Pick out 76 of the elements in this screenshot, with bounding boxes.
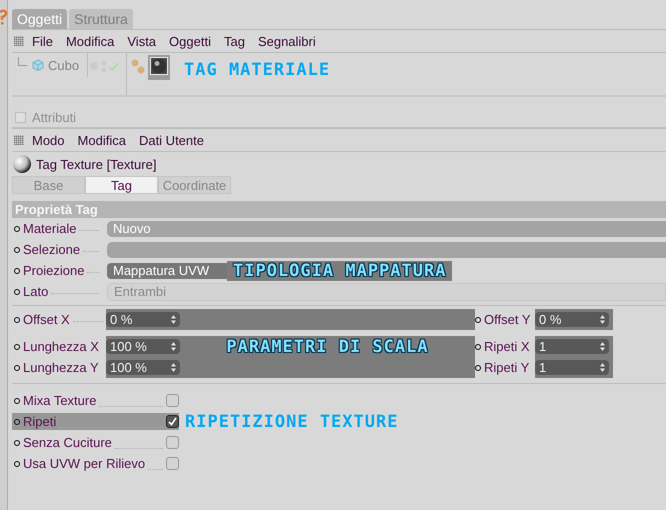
parameter-label: Materiale [23, 221, 76, 236]
sphere-icon [12, 154, 32, 174]
parameter-label: Ripeti Y [484, 360, 530, 375]
bullet-icon [14, 226, 20, 232]
bullet-icon [14, 440, 20, 446]
menu-item[interactable]: Dati Utente [138, 132, 204, 148]
menu-item[interactable]: Tag [224, 34, 245, 48]
grip-icon [14, 36, 24, 46]
field-value: 100 % [110, 339, 147, 354]
parameter-label: Selezione [23, 242, 80, 257]
number-field[interactable]: 0 % [106, 312, 180, 327]
bullet-icon [14, 288, 20, 294]
bullet-icon [14, 268, 20, 274]
spinner-icon[interactable] [600, 342, 605, 351]
menu-item[interactable]: Segnalibri [258, 34, 316, 48]
attribute-tab[interactable]: Tag [85, 176, 158, 194]
number-field[interactable]: 1 [535, 339, 609, 354]
checkbox[interactable] [166, 436, 179, 449]
checkbox[interactable] [166, 415, 179, 428]
bullet-icon [475, 344, 481, 350]
tag-heading: Tag Texture [Texture] [36, 156, 156, 172]
option-label: Ripeti [23, 414, 56, 429]
spinner-icon[interactable] [171, 342, 176, 351]
spinner-icon[interactable] [600, 315, 605, 324]
annotation-label: TAG MATERIALE [184, 60, 330, 80]
menu-item[interactable]: Vista [127, 34, 156, 48]
menu-item[interactable]: File [32, 34, 53, 48]
field-value: 100 % [110, 360, 147, 375]
annotation-label: RIPETIZIONE TEXTURE [185, 412, 398, 432]
material-ball-icon[interactable] [150, 57, 168, 75]
bullet-icon [14, 418, 20, 424]
checkbox[interactable] [166, 457, 179, 470]
panel-icon [15, 112, 26, 122]
annotation-label: PARAMETRI DI SCALA [226, 336, 429, 356]
number-field[interactable]: 1 [535, 360, 609, 375]
option-label: Senza Cuciture [23, 435, 112, 450]
cube-icon [32, 59, 44, 71]
bullet-icon [14, 460, 20, 466]
annotation-label: TIPOLOGIA MAPPATURA [227, 260, 452, 280]
menu-item[interactable]: Modifica [78, 132, 126, 148]
number-field[interactable]: 0 % [535, 312, 609, 327]
number-field[interactable]: 100 % [106, 360, 180, 375]
field-value: 1 [539, 360, 546, 375]
help-icon [0, 9, 7, 25]
field-value: 0 % [110, 312, 132, 327]
field-value: 0 % [539, 312, 562, 327]
bullet-icon [14, 398, 20, 404]
parameter-label: Proiezione [23, 263, 84, 278]
menu-item[interactable]: Modifica [66, 34, 114, 48]
parameter-label: Lato [23, 284, 48, 299]
menu-item[interactable]: Modo [32, 132, 65, 148]
spinner-icon[interactable] [171, 363, 176, 372]
option-label: Mixa Texture [23, 393, 96, 408]
parameter-field[interactable] [107, 242, 666, 258]
bullet-icon [14, 364, 20, 370]
parameter-label: Offset X [23, 312, 70, 327]
parameter-label: Lunghezza Y [23, 360, 99, 375]
parameter-field[interactable]: Mappatura UVW [107, 262, 227, 278]
bullet-icon [475, 364, 481, 370]
spinner-icon[interactable] [171, 315, 176, 324]
panel-title: Attributi [32, 110, 76, 124]
field-value: 1 [539, 339, 546, 354]
checkbox[interactable] [166, 394, 179, 407]
spinner-icon[interactable] [600, 363, 605, 372]
parameter-label: Ripeti X [484, 339, 530, 354]
section-header: Proprietà Tag [12, 201, 666, 218]
bullet-icon [14, 316, 20, 322]
bullet-icon [475, 316, 481, 322]
bullet-icon [14, 344, 20, 350]
parameter-label: Lunghezza X [23, 339, 99, 354]
option-label: Usa UVW per Rilievo [23, 456, 146, 471]
parameter-label: Offset Y [484, 312, 530, 327]
grip-icon [14, 135, 24, 145]
bullet-icon [14, 246, 20, 252]
number-field[interactable]: 100 % [106, 339, 180, 354]
menu-item[interactable]: Oggetti [169, 34, 211, 48]
